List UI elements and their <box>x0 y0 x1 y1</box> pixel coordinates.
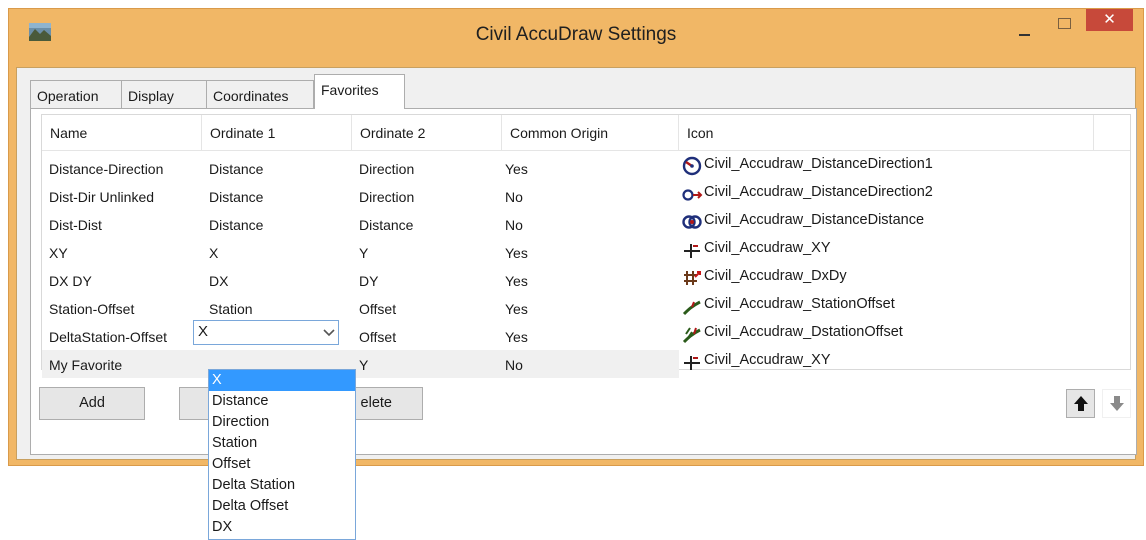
delta-station-offset-icon <box>682 327 701 344</box>
cell-name: DeltaStation-Offset <box>49 329 168 345</box>
cell-name: Dist-Dist <box>49 217 102 233</box>
column-header-common-origin[interactable]: Common Origin <box>502 115 679 151</box>
add-button[interactable]: Add <box>39 387 145 420</box>
dropdown-option[interactable]: Distance <box>209 391 355 412</box>
distance-direction-unlinked-icon <box>682 189 703 201</box>
xy-icon <box>684 356 700 370</box>
cell-ordinate2: Offset <box>359 329 397 345</box>
table-row[interactable]: XY X Y Yes Civil_Accudraw_XY <box>42 238 1130 266</box>
ordinate1-combobox[interactable]: X <box>193 320 339 345</box>
arrow-down-icon <box>1110 396 1124 411</box>
cell-name: Distance-Direction <box>49 161 164 177</box>
cell-ordinate1: Station <box>209 301 253 317</box>
column-header-name[interactable]: Name <box>42 115 202 151</box>
icon-name: Civil_Accudraw_StationOffset <box>704 296 895 312</box>
icon-name: Civil_Accudraw_DistanceDirection2 <box>704 184 933 200</box>
cell-name: DX DY <box>49 273 92 289</box>
dropdown-option[interactable]: Delta Offset <box>209 496 355 517</box>
xy-icon <box>684 244 700 258</box>
move-down-button[interactable] <box>1102 389 1131 418</box>
ordinate1-dropdown-list[interactable]: X Distance Direction Station Offset Delt… <box>208 369 356 540</box>
station-offset-icon <box>682 300 701 316</box>
cell-common-origin: Yes <box>505 329 528 345</box>
cell-ordinate1: Distance <box>209 217 264 233</box>
dropdown-option[interactable]: X <box>209 370 355 391</box>
dropdown-option[interactable]: Station <box>209 433 355 454</box>
table-row[interactable]: Dist-Dist Distance Distance No Civil_Acc… <box>42 210 1130 238</box>
tab-operation[interactable]: Operation <box>30 80 122 108</box>
table-row[interactable]: My Favorite Y No <box>42 350 679 378</box>
table-row[interactable]: Dist-Dir Unlinked Distance Direction No … <box>42 182 1130 210</box>
column-header-ordinate1[interactable]: Ordinate 1 <box>202 115 352 151</box>
cell-ordinate1: DX <box>209 273 229 289</box>
cell-name: Station-Offset <box>49 301 135 317</box>
cell-common-origin: No <box>505 189 523 205</box>
window-title: Civil AccuDraw Settings <box>475 24 677 45</box>
close-button[interactable]: ✕ <box>1086 9 1133 31</box>
tab-favorites[interactable]: Favorites <box>314 74 405 109</box>
table-row[interactable]: Distance-Direction Distance Direction Ye… <box>42 154 1130 182</box>
cell-ordinate2: Y <box>359 245 369 261</box>
arrow-up-icon <box>1074 396 1088 411</box>
cell-common-origin: Yes <box>505 245 528 261</box>
icon-name: Civil_Accudraw_XY <box>704 240 831 256</box>
cell-ordinate1: Distance <box>209 189 264 205</box>
cell-ordinate1: Distance <box>209 161 264 177</box>
tab-display[interactable]: Display <box>121 80 207 108</box>
icon-name: Civil_Accudraw_DstationOffset <box>704 324 903 340</box>
icon-name: Civil_Accudraw_DistanceDistance <box>704 212 925 228</box>
cell-ordinate2: DY <box>359 273 379 289</box>
tab-coordinates[interactable]: Coordinates <box>206 80 314 108</box>
dropdown-option[interactable]: Delta Station <box>209 475 355 496</box>
dropdown-option[interactable]: Direction <box>209 412 355 433</box>
column-header-icon[interactable]: Icon <box>679 115 1094 151</box>
distance-direction-icon <box>682 156 702 176</box>
icon-name: Civil_Accudraw_XY <box>704 352 831 368</box>
cell-ordinate2: Offset <box>359 301 397 317</box>
cell-common-origin: Yes <box>505 273 528 289</box>
cell-common-origin: Yes <box>505 161 528 177</box>
distance-distance-icon <box>682 215 702 229</box>
cell-ordinate2: Direction <box>359 189 415 205</box>
chevron-down-icon[interactable] <box>322 325 336 339</box>
move-up-button[interactable] <box>1066 389 1095 418</box>
cell-common-origin: No <box>505 217 523 233</box>
cell-name: XY <box>49 245 68 261</box>
list-header: Name Ordinate 1 Ordinate 2 Common Origin… <box>42 115 1130 151</box>
civil-accudraw-settings-window: Civil AccuDraw Settings ✕ Operation Disp… <box>8 8 1144 466</box>
cell-name: My Favorite <box>49 357 123 373</box>
icon-name: Civil_Accudraw_DistanceDirection1 <box>704 156 933 172</box>
maximize-button[interactable] <box>1049 15 1079 35</box>
cell-common-origin: Yes <box>505 301 528 317</box>
table-row[interactable]: Station-Offset Station Offset Yes Civil_… <box>42 294 1130 322</box>
dxdy-icon <box>684 271 701 285</box>
minimize-button[interactable] <box>1013 21 1037 41</box>
title-bar[interactable]: Civil AccuDraw Settings ✕ <box>9 9 1143 59</box>
column-header-ordinate2[interactable]: Ordinate 2 <box>352 115 502 151</box>
dialog-client-area: Operation Display Coordinates Favorites … <box>16 67 1137 460</box>
cell-name: Dist-Dir Unlinked <box>49 189 155 205</box>
cell-ordinate2: Distance <box>359 217 414 233</box>
cell-ordinate2: Direction <box>359 161 415 177</box>
dropdown-option[interactable]: Offset <box>209 454 355 475</box>
cell-ordinate1: X <box>209 245 219 261</box>
combobox-value: X <box>198 323 209 340</box>
favorites-panel: Name Ordinate 1 Ordinate 2 Common Origin… <box>30 108 1137 455</box>
cell-common-origin: No <box>505 357 523 373</box>
icon-name: Civil_Accudraw_DxDy <box>704 268 847 284</box>
table-row[interactable]: DX DY DX DY Yes Civil_Accudraw_DxDy <box>42 266 1130 294</box>
dropdown-option[interactable]: DX <box>209 517 355 538</box>
